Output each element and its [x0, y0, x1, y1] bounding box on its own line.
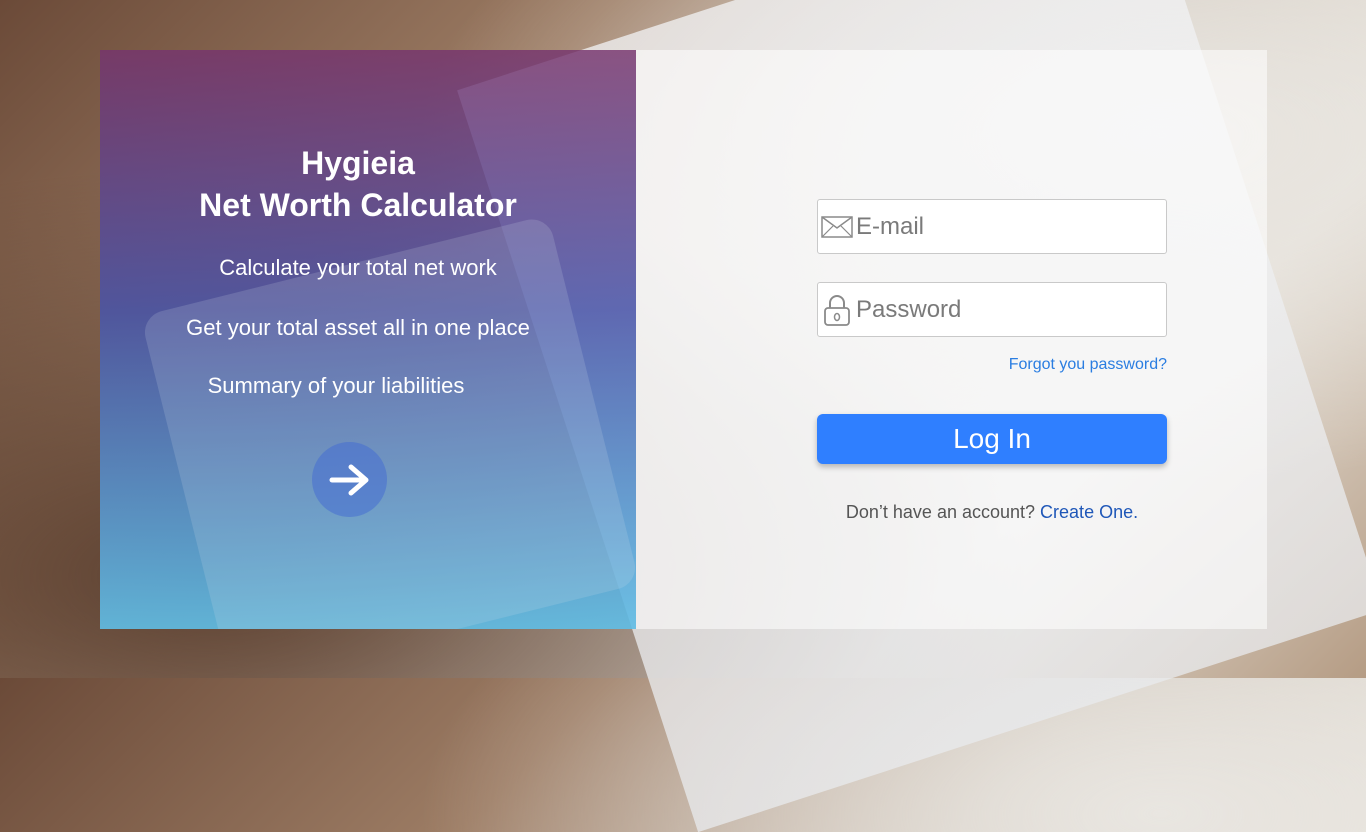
app-title-line2: Net Worth Calculator — [199, 187, 517, 223]
forgot-password-link[interactable]: Forgot you password? — [817, 356, 1167, 374]
password-input[interactable] — [856, 295, 1166, 324]
feature-liabilities: Summary of your liabilities — [207, 373, 465, 398]
feature-assets: Get your total asset all in one place — [186, 315, 530, 340]
password-field[interactable] — [817, 282, 1167, 337]
app-title-line1: Hygieia — [301, 145, 415, 181]
create-account-link[interactable]: Create One. — [1040, 502, 1138, 522]
signup-row: Don’t have an account? Create One. — [817, 502, 1167, 523]
feature-net-worth: Calculate your total net work — [219, 255, 497, 280]
arrow-right-icon — [329, 464, 368, 495]
signup-prompt: Don’t have an account? — [845, 502, 1036, 522]
email-input[interactable] — [856, 212, 1166, 241]
login-button[interactable]: Log In — [817, 414, 1167, 464]
app-title: Hygieia Net Worth Calculator — [100, 142, 616, 226]
email-field[interactable] — [817, 199, 1167, 254]
next-arrow-button[interactable] — [312, 442, 387, 517]
login-panel: Forgot you password? Log In Don’t have a… — [636, 50, 1267, 629]
hero-panel: Hygieia Net Worth Calculator Calculate y… — [100, 50, 636, 629]
envelope-icon — [818, 215, 856, 238]
lock-icon — [818, 293, 856, 327]
